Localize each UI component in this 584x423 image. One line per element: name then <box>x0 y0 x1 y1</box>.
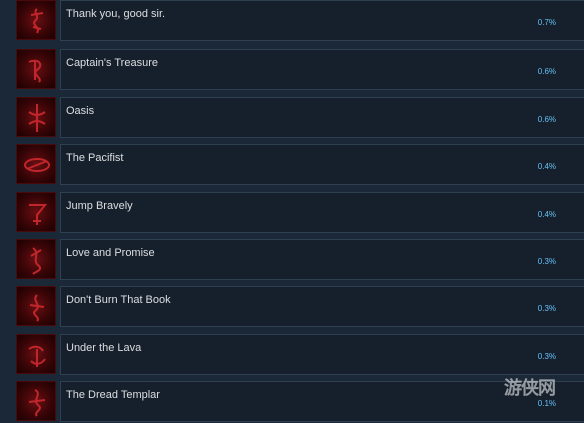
achievement-row[interactable]: Oasis 0.6% <box>16 97 584 139</box>
achievement-info: Thank you, good sir. 0.7% <box>60 0 584 41</box>
achievement-row[interactable]: Don't Burn That Book 0.3% <box>16 286 584 328</box>
achievement-name: Under the Lava <box>66 342 142 354</box>
achievement-row[interactable]: Captain's Treasure 0.6% <box>16 49 584 91</box>
watermark-logo-icon: 游侠网 <box>504 374 584 414</box>
red-rune-icon <box>16 239 56 279</box>
achievement-info: Under the Lava 0.3% <box>60 334 584 375</box>
red-rune-icon <box>16 0 56 40</box>
achievement-info: Oasis 0.6% <box>60 97 584 138</box>
achievement-info: Captain's Treasure 0.6% <box>60 49 584 90</box>
achievement-percent: 0.4% <box>537 162 556 171</box>
red-rune-icon <box>16 144 56 184</box>
achievement-row[interactable]: Under the Lava 0.3% <box>16 334 584 376</box>
achievement-name: The Pacifist <box>66 152 124 164</box>
red-rune-icon <box>16 381 56 421</box>
achievement-percent: 0.3% <box>537 352 556 361</box>
achievement-row[interactable]: The Pacifist 0.4% <box>16 144 584 186</box>
achievement-percent: 0.4% <box>537 210 556 219</box>
achievement-percent: 0.6% <box>537 67 556 76</box>
red-rune-icon <box>16 334 56 374</box>
achievement-percent: 0.7% <box>537 18 556 27</box>
achievement-info: Jump Bravely 0.4% <box>60 192 584 233</box>
achievement-row[interactable]: Thank you, good sir. 0.7% <box>16 0 584 42</box>
achievement-name: Oasis <box>66 105 95 117</box>
achievement-info: Don't Burn That Book 0.3% <box>60 286 584 327</box>
achievement-row[interactable]: The Dread Templar 0.1% <box>16 381 584 423</box>
red-rune-icon <box>16 286 56 326</box>
achievement-percent: 0.3% <box>537 304 556 313</box>
red-rune-icon <box>16 192 56 232</box>
red-rune-icon <box>16 97 56 137</box>
achievement-percent: 0.6% <box>537 115 556 124</box>
achievement-name: Don't Burn That Book <box>66 294 171 306</box>
achievement-row[interactable]: Jump Bravely 0.4% <box>16 192 584 234</box>
achievement-name: The Dread Templar <box>66 389 160 401</box>
achievement-percent: 0.3% <box>537 257 556 266</box>
achievement-info: Love and Promise 0.3% <box>60 239 584 280</box>
red-rune-icon <box>16 49 56 89</box>
achievement-name: Thank you, good sir. <box>66 8 166 20</box>
achievement-row[interactable]: Love and Promise 0.3% <box>16 239 584 281</box>
achievement-name: Jump Bravely <box>66 200 133 212</box>
achievement-name: Love and Promise <box>66 247 155 259</box>
achievement-name: Captain's Treasure <box>66 57 158 69</box>
watermark-text: 游侠网 <box>504 378 556 399</box>
achievement-info: The Pacifist 0.4% <box>60 144 584 185</box>
